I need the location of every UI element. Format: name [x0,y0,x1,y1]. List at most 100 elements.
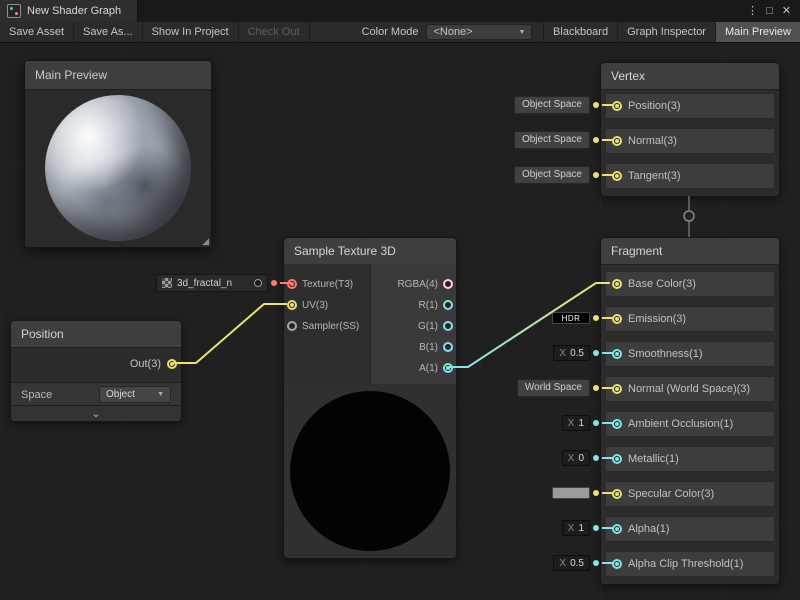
port-r-output[interactable] [443,300,453,310]
fragment-row-base-color[interactable]: Base Color(3) [605,271,775,297]
graph-inspector-toggle-button[interactable]: Graph Inspector [617,22,715,42]
object-space-dropdown[interactable]: Object Space [514,96,590,114]
port-label: Alpha Clip Threshold(1) [628,558,743,570]
object-space-node-normal[interactable]: Object Space [514,131,614,149]
specular-color-field[interactable] [552,487,590,499]
port-label: RGBA(4) [397,279,438,290]
port-label: Emission(3) [628,313,686,325]
port-uv-input[interactable] [287,300,297,310]
port-label: Out(3) [130,358,161,370]
port-label: Specular Color(3) [628,488,714,500]
alpha-clip-threshold-widget-group: X 0.5 [553,554,614,572]
smoothness-value: 0.5 [570,348,584,359]
output-row-r[interactable]: R(1) [419,295,453,315]
texture-object-field-group: 3d_fractal_n [156,274,292,292]
output-row-a[interactable]: A(1) [419,358,453,378]
fragment-node-title: Fragment [601,238,779,265]
sample-texture-3d-node[interactable]: Sample Texture 3D Texture(T3) UV(3) Samp… [283,237,457,559]
output-row-rgba[interactable]: RGBA(4) [397,274,453,294]
main-preview-panel[interactable]: Main Preview ◢ [24,60,212,248]
space-dropdown[interactable]: Object ▼ [99,386,171,403]
vertex-row-normal[interactable]: Normal(3) [605,128,775,154]
alpha-value: 1 [578,523,584,534]
object-space-node-position[interactable]: Object Space [514,96,614,114]
fragment-row-alpha-clip-threshold[interactable]: Alpha Clip Threshold(1) [605,551,775,577]
port-base-color[interactable] [612,279,622,289]
fragment-row-metallic[interactable]: Metallic(1) [605,446,775,472]
fragment-row-alpha[interactable]: Alpha(1) [605,516,775,542]
close-icon[interactable]: ✕ [778,0,795,22]
widget-port-dot [271,280,277,286]
texture-object-field[interactable]: 3d_fractal_n [156,274,268,292]
fragment-row-specular-color[interactable]: Specular Color(3) [605,481,775,507]
shader-graph-icon [7,4,21,18]
smoothness-float-field[interactable]: X 0.5 [553,345,590,361]
widget-wire [602,492,614,494]
show-in-project-button[interactable]: Show In Project [143,22,239,42]
output-row-g[interactable]: G(1) [418,316,453,336]
main-preview-title[interactable]: Main Preview [25,61,211,90]
widget-wire [602,352,614,354]
port-rgba-output[interactable] [443,279,453,289]
fragment-row-normal-world-space[interactable]: Normal (World Space)(3) [605,376,775,402]
resize-grip-icon[interactable]: ◢ [202,236,209,246]
save-as-button[interactable]: Save As... [74,22,143,42]
input-row-texture[interactable]: Texture(T3) [287,274,353,294]
color-mode-label: Color Mode [354,22,427,42]
position-row-out[interactable]: Out(3) [11,351,181,377]
fragment-node[interactable]: Fragment Base Color(3) Emission(3) Smoot… [600,237,780,585]
port-label: Normal (World Space)(3) [628,383,750,395]
window-controls: ⋮ □ ✕ [744,0,800,22]
port-sampler-input[interactable] [287,321,297,331]
vertex-row-position[interactable]: Position(3) [605,93,775,119]
widget-wire [602,174,614,176]
object-space-node-tangent[interactable]: Object Space [514,166,614,184]
port-b-output[interactable] [443,342,453,352]
ambient-occlusion-float-field[interactable]: X 1 [562,415,590,431]
texture-asset-name: 3d_fractal_n [177,278,249,289]
port-a-output[interactable] [443,363,453,373]
output-row-b[interactable]: B(1) [419,337,453,357]
tab-new-shader-graph[interactable]: New Shader Graph [0,0,138,22]
kebab-menu-icon[interactable]: ⋮ [744,0,761,22]
port-g-output[interactable] [443,321,453,331]
vertex-node-title: Vertex [601,63,779,90]
port-label: Ambient Occlusion(1) [628,418,733,430]
blackboard-toggle-button[interactable]: Blackboard [543,22,617,42]
port-position-out[interactable] [167,359,177,369]
position-space-row: Space Object ▼ [11,383,181,406]
object-picker-icon[interactable] [254,279,262,287]
input-row-sampler[interactable]: Sampler(SS) [287,316,359,336]
widget-port-dot [593,172,599,178]
widget-wire [602,317,614,319]
color-mode-dropdown[interactable]: <None> ▼ [426,24,532,40]
port-label: Texture(T3) [302,279,353,290]
port-label: Smoothness(1) [628,348,703,360]
hdr-badge: HDR [553,313,589,323]
fragment-row-emission[interactable]: Emission(3) [605,306,775,332]
node-collapse-button[interactable]: ⌄ [11,405,181,421]
object-space-dropdown[interactable]: Object Space [514,131,590,149]
metallic-widget-group: X 0 [562,449,614,467]
maximize-icon[interactable]: □ [761,0,778,22]
check-out-button[interactable]: Check Out [239,22,310,42]
alpha-clip-threshold-float-field[interactable]: X 0.5 [553,555,590,571]
alpha-float-field[interactable]: X 1 [562,520,590,536]
normal-space-dropdown[interactable]: World Space [517,379,590,397]
save-asset-button[interactable]: Save Asset [0,22,74,42]
main-preview-toggle-button[interactable]: Main Preview [715,22,800,42]
object-space-dropdown[interactable]: Object Space [514,166,590,184]
vertex-node[interactable]: Vertex Position(3) Normal(3) Tangent(3) [600,62,780,197]
fragment-row-ambient-occlusion[interactable]: Ambient Occlusion(1) [605,411,775,437]
toolbar-spacer [532,22,543,42]
fragment-row-smoothness[interactable]: Smoothness(1) [605,341,775,367]
position-node[interactable]: Position Out(3) Space Object ▼ ⌄ [10,320,182,422]
vertex-row-tangent[interactable]: Tangent(3) [605,163,775,189]
metallic-float-field[interactable]: X 0 [562,450,590,466]
widget-port-dot [593,490,599,496]
port-label: G(1) [418,321,438,332]
input-row-uv[interactable]: UV(3) [287,295,328,315]
emission-hdr-color-field[interactable]: HDR [552,312,590,324]
widget-wire [602,422,614,424]
chevron-down-icon: ▼ [157,391,164,398]
